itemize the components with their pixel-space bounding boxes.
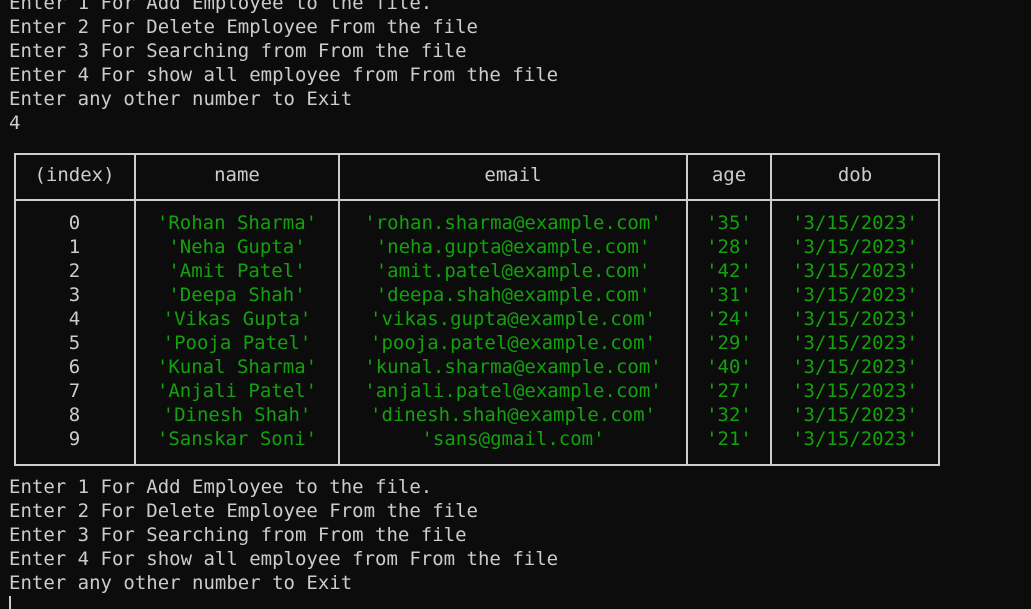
- table-cell-age: '40': [706, 356, 752, 378]
- table-cell-index: 0: [68, 212, 81, 234]
- table-cell-dob: '3/15/2023': [792, 212, 918, 234]
- table-cell-dob: '3/15/2023': [792, 332, 918, 354]
- user-input-echo: 4: [9, 112, 21, 134]
- table-cell-dob: '3/15/2023': [792, 380, 918, 402]
- table-cell-email: 'dinesh.shah@example.com': [370, 404, 656, 426]
- table-cell-name: 'Pooja Patel': [162, 332, 312, 354]
- table-cell-name: 'Dinesh Shah': [162, 404, 312, 426]
- menu-line-search: Enter 3 For Searching from From the file: [9, 524, 467, 546]
- menu-line-exit: Enter any other number to Exit: [9, 572, 353, 594]
- table-cell-name: 'Vikas Gupta': [162, 308, 312, 330]
- table-cell-name: 'Deepa Shah': [168, 284, 306, 306]
- table-cell-dob: '3/15/2023': [792, 308, 918, 330]
- table-cell-dob: '3/15/2023': [792, 356, 918, 378]
- table-cell-age: '35': [706, 212, 752, 234]
- menu-line-show-all: Enter 4 For show all employee from From …: [9, 64, 559, 86]
- table-cell-name: 'Neha Gupta': [168, 236, 306, 258]
- table-cell-age: '32': [706, 404, 752, 426]
- column-header-name: name: [214, 164, 260, 186]
- table-cell-email: 'neha.gupta@example.com': [375, 236, 651, 258]
- table-cell-age: '29': [706, 332, 752, 354]
- table-cell-email: 'amit.patel@example.com': [375, 260, 651, 282]
- table-cell-dob: '3/15/2023': [792, 236, 918, 258]
- table-cell-dob: '3/15/2023': [792, 284, 918, 306]
- table-cell-email: 'anjali.patel@example.com': [364, 380, 662, 402]
- table-cell-name: 'Anjali Patel': [156, 380, 318, 402]
- table-cell-name: 'Sanskar Soni': [156, 428, 318, 450]
- table-cell-email: 'kunal.sharma@example.com': [364, 356, 662, 378]
- table-cell-index: 1: [68, 236, 81, 258]
- table-cell-age: '27': [706, 380, 752, 402]
- menu-line-add: Enter 1 For Add Employee to the file.: [9, 476, 433, 498]
- column-header-dob: dob: [837, 164, 873, 186]
- table-cell-dob: '3/15/2023': [792, 404, 918, 426]
- menu-line-search: Enter 3 For Searching from From the file: [9, 40, 467, 62]
- terminal-cursor: [9, 596, 11, 609]
- table-cell-name: 'Rohan Sharma': [156, 212, 318, 234]
- table-cell-email: 'pooja.patel@example.com': [370, 332, 656, 354]
- table-cell-age: '21': [706, 428, 752, 450]
- table-cell-email: 'deepa.shah@example.com': [375, 284, 651, 306]
- table-cell-name: 'Amit Patel': [168, 260, 306, 282]
- table-cell-index: 5: [68, 332, 81, 354]
- table-cell-dob: '3/15/2023': [792, 260, 918, 282]
- table-cell-dob: '3/15/2023': [792, 428, 918, 450]
- menu-line-delete: Enter 2 For Delete Employee From the fil…: [9, 16, 478, 38]
- menu-line-add: Enter 1 For Add Employee to the file.: [9, 0, 433, 14]
- table-cell-index: 7: [68, 380, 81, 402]
- table-cell-age: '24': [706, 308, 752, 330]
- table-cell-name: 'Kunal Sharma': [156, 356, 318, 378]
- menu-line-delete: Enter 2 For Delete Employee From the fil…: [9, 500, 478, 522]
- column-header-email: email: [484, 164, 542, 186]
- table-cell-index: 3: [68, 284, 81, 306]
- table-cell-index: 4: [68, 308, 81, 330]
- table-cell-email: 'rohan.sharma@example.com': [364, 212, 662, 234]
- column-header-index: (index): [34, 164, 115, 186]
- table-cell-email: 'vikas.gupta@example.com': [370, 308, 656, 330]
- table-cell-index: 2: [68, 260, 81, 282]
- menu-line-show-all: Enter 4 For show all employee from From …: [9, 548, 559, 570]
- employee-table: (index) name email age dob 0 'Rohan Sharma' 'ro…: [14, 153, 940, 466]
- column-header-age: age: [711, 164, 747, 186]
- table-cell-age: '31': [706, 284, 752, 306]
- table-cell-email: 'sans@gmail.com': [421, 428, 605, 450]
- table-cell-age: '42': [706, 260, 752, 282]
- table-cell-index: 6: [68, 356, 81, 378]
- table-cell-age: '28': [706, 236, 752, 258]
- table-cell-index: 9: [68, 428, 81, 450]
- menu-line-exit: Enter any other number to Exit: [9, 88, 353, 110]
- table-cell-index: 8: [68, 404, 81, 426]
